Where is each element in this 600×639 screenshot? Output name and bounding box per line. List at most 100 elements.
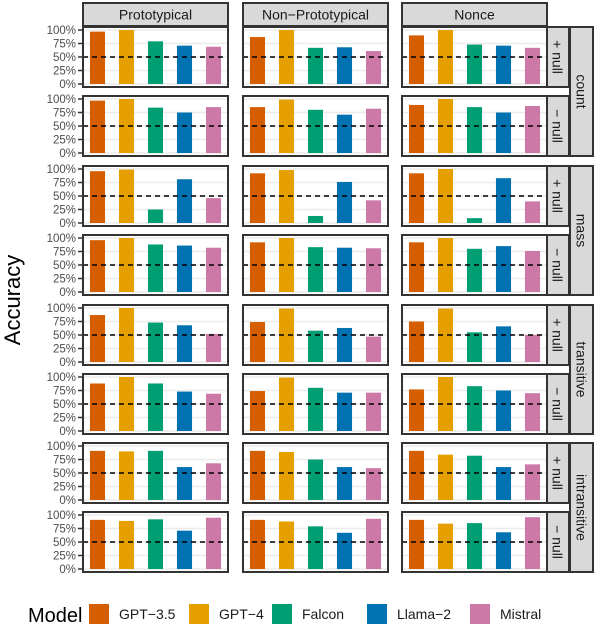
- y-tick-label: 25%: [53, 274, 76, 286]
- bar: [495, 532, 512, 569]
- bar: [249, 37, 266, 84]
- faceted-bar-chart: Prototypical Non−Prototypical Nonce + null…: [0, 2, 594, 627]
- y-tick-label: 25%: [53, 482, 76, 494]
- bar: [408, 519, 425, 569]
- legend-swatch: [189, 604, 209, 624]
- y-axis-label: Accuracy: [0, 255, 25, 345]
- bar: [89, 100, 106, 153]
- bar: [495, 467, 512, 500]
- bar: [524, 47, 541, 84]
- bar: [205, 517, 222, 569]
- row-sub-strip-label: − null: [550, 525, 566, 559]
- bar: [336, 247, 353, 292]
- y-tick-label: 75%: [53, 455, 76, 467]
- bar: [524, 106, 541, 153]
- bar: [336, 532, 353, 569]
- bar: [147, 450, 164, 500]
- legend-label: GPT−4: [219, 606, 264, 622]
- y-tick-label: 50%: [53, 330, 76, 342]
- bar: [249, 391, 266, 431]
- bar: [176, 45, 193, 84]
- bar: [466, 248, 483, 292]
- bar: [466, 332, 483, 362]
- y-tick-label: 0%: [59, 426, 76, 438]
- y-tick-label: 0%: [59, 564, 76, 576]
- y-tick-label: 75%: [53, 386, 76, 398]
- bar: [365, 108, 382, 153]
- bar: [89, 171, 106, 223]
- bar: [89, 31, 106, 84]
- bar: [249, 322, 266, 362]
- y-tick-label: 75%: [53, 524, 76, 536]
- row-strips: + null − null + null − null + null − null + nu…: [545, 26, 594, 573]
- bar: [466, 107, 483, 153]
- bar: [466, 386, 483, 431]
- legend-label: Llama−2: [397, 606, 451, 622]
- bar: [408, 321, 425, 362]
- bar: [205, 333, 222, 362]
- bar: [249, 173, 266, 223]
- bar: [365, 392, 382, 431]
- bar: [89, 519, 106, 569]
- y-tick-label: 50%: [53, 191, 76, 203]
- y-tick-label: 100%: [47, 372, 76, 384]
- y-tick-label: 0%: [59, 218, 76, 230]
- bar: [336, 467, 353, 500]
- bar: [307, 47, 324, 84]
- bar: [205, 247, 222, 292]
- bar: [495, 45, 512, 84]
- bar: [176, 467, 193, 500]
- bar: [176, 530, 193, 569]
- legend-swatch: [470, 604, 490, 624]
- row-sub-strip-label: − null: [550, 109, 566, 143]
- bar: [524, 250, 541, 292]
- bar: [336, 327, 353, 362]
- bar: [118, 520, 135, 569]
- y-tick-label: 75%: [53, 317, 76, 329]
- y-tick-label: 100%: [47, 510, 76, 522]
- bar: [176, 112, 193, 153]
- y-tick-label: 0%: [59, 148, 76, 160]
- y-tick-label: 100%: [47, 441, 76, 453]
- bar: [408, 450, 425, 500]
- y-tick-label: 25%: [53, 551, 76, 563]
- bar: [466, 218, 483, 223]
- bar: [147, 244, 164, 292]
- column-strip-label: Non−Prototypical: [262, 7, 369, 23]
- bar: [89, 240, 106, 292]
- bar: [176, 179, 193, 223]
- bar: [307, 459, 324, 500]
- bar: [205, 198, 222, 223]
- bar: [408, 35, 425, 84]
- legend-label: GPT−3.5: [119, 606, 176, 622]
- bar: [466, 455, 483, 500]
- bar: [408, 173, 425, 223]
- bar: [205, 463, 222, 500]
- y-tick-label: 25%: [53, 344, 76, 356]
- y-tick-label: 25%: [53, 135, 76, 147]
- bar: [336, 114, 353, 153]
- bar: [147, 209, 164, 223]
- bar: [365, 518, 382, 569]
- bar: [118, 451, 135, 500]
- bar: [408, 242, 425, 292]
- bar: [176, 245, 193, 292]
- bar: [466, 523, 483, 569]
- row-group-strip-label: transitive: [574, 341, 590, 397]
- bar: [524, 464, 541, 500]
- y-tick-label: 25%: [53, 66, 76, 78]
- y-tick-label: 75%: [53, 108, 76, 120]
- bar: [89, 450, 106, 500]
- legend-label: Mistral: [500, 606, 541, 622]
- y-tick-label: 50%: [53, 121, 76, 133]
- bar: [365, 248, 382, 292]
- bar: [147, 107, 164, 153]
- legend-title: Model: [28, 605, 82, 627]
- bar: [307, 526, 324, 569]
- bar: [249, 450, 266, 500]
- column-strips: Prototypical Non−Prototypical Nonce: [82, 2, 548, 27]
- row-sub-strip-label: + null: [550, 456, 566, 490]
- bar: [336, 392, 353, 431]
- row-group-strip-label: intransitive: [574, 474, 590, 541]
- panels: [82, 26, 548, 573]
